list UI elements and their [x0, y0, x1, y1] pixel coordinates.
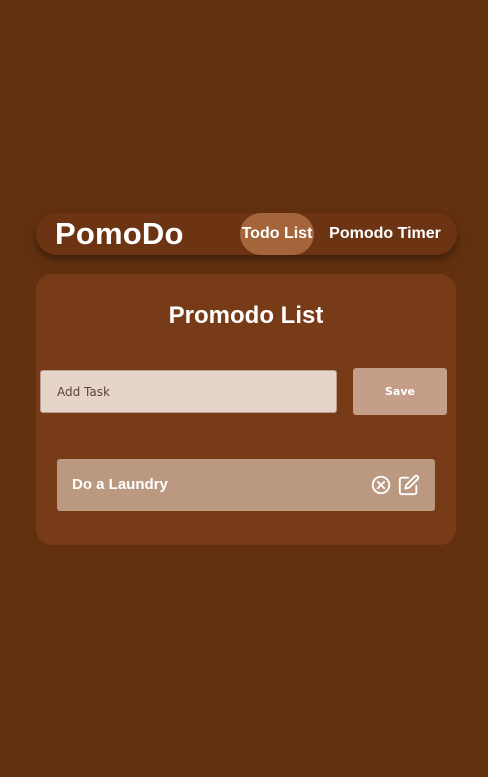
task-item: Do a Laundry	[57, 459, 435, 511]
navbar: PomoDo Todo List Pomodo Timer	[36, 213, 457, 255]
edit-task-icon[interactable]	[398, 474, 420, 496]
add-task-input[interactable]	[40, 370, 337, 413]
save-button[interactable]: Save	[353, 368, 447, 415]
delete-task-icon[interactable]	[370, 474, 392, 496]
task-label: Do a Laundry	[72, 476, 168, 493]
brand-logo[interactable]: PomoDo	[55, 216, 184, 252]
nav-link-pomodo-timer[interactable]: Pomodo Timer	[326, 213, 444, 255]
nav-link-todo-list[interactable]: Todo List	[240, 213, 314, 255]
card-title: Promodo List	[168, 302, 324, 329]
todo-card: Promodo List Save Do a Laundry	[36, 274, 456, 545]
